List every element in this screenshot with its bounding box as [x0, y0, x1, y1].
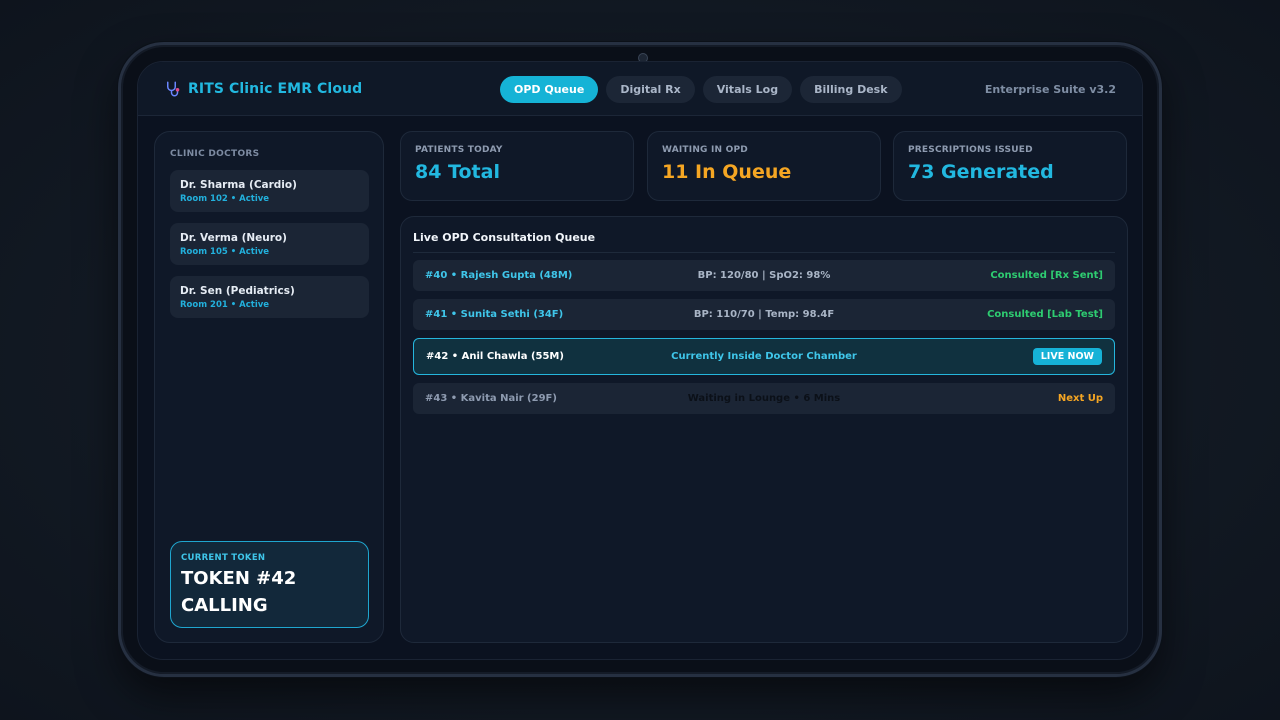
doctor-sidebar: CLINIC DOCTORS Dr. Sharma (Cardio) Room …	[154, 131, 384, 643]
chamber-info: Currently Inside Doctor Chamber	[671, 351, 857, 362]
vitals-info: BP: 120/80 | SpO2: 98%	[697, 270, 831, 281]
top-bar: RITS Clinic EMR Cloud OPD Queue Digital …	[138, 62, 1142, 116]
stat-label: PRESCRIPTIONS ISSUED	[908, 145, 1033, 155]
status-text: Next Up	[1057, 393, 1103, 404]
doctor-card-sharma[interactable]: Dr. Sharma (Cardio) Room 102 • Active	[170, 170, 369, 212]
main-tabs: OPD Queue Digital Rx Vitals Log Billing …	[500, 76, 902, 103]
app-title: RITS Clinic EMR Cloud	[188, 81, 363, 97]
doctor-room-status: Room 102 • Active	[180, 194, 270, 204]
stat-label: WAITING IN OPD	[662, 145, 748, 155]
doctor-card-sen[interactable]: Dr. Sen (Pediatrics) Room 201 • Active	[170, 276, 369, 318]
queue-row[interactable]: #43 • Kavita Nair (29F) Waiting in Loung…	[413, 383, 1115, 414]
patient-label: #41 • Sunita Sethi (34F)	[425, 309, 564, 320]
suite-version: Enterprise Suite v3.2	[984, 83, 1116, 96]
stat-card-waiting: WAITING IN OPD 11 In Queue	[647, 131, 881, 201]
tab-opd-queue[interactable]: OPD Queue	[500, 76, 599, 103]
patient-label: #42 • Anil Chawla (55M)	[426, 351, 564, 362]
tab-vitals-log[interactable]: Vitals Log	[702, 76, 793, 103]
doctor-name: Dr. Sen (Pediatrics)	[180, 285, 295, 297]
doctor-room-status: Room 105 • Active	[180, 247, 270, 257]
live-now-badge: LIVE NOW	[1032, 348, 1102, 365]
patient-label: #40 • Rajesh Gupta (48M)	[425, 270, 573, 281]
brand[interactable]: RITS Clinic EMR Cloud	[164, 80, 362, 98]
token-number: TOKEN #42	[181, 568, 297, 589]
stat-label: PATIENTS TODAY	[415, 145, 503, 155]
queue-row[interactable]: #40 • Rajesh Gupta (48M) BP: 120/80 | Sp…	[413, 260, 1115, 291]
doctor-card-verma[interactable]: Dr. Verma (Neuro) Room 105 • Active	[170, 223, 369, 265]
sidebar-title: CLINIC DOCTORS	[170, 149, 260, 159]
queue-title: Live OPD Consultation Queue	[413, 231, 596, 244]
tab-billing-desk[interactable]: Billing Desk	[800, 76, 902, 103]
app-screen: RITS Clinic EMR Cloud OPD Queue Digital …	[137, 61, 1143, 660]
stethoscope-icon	[167, 81, 180, 97]
tablet-frame: RITS Clinic EMR Cloud OPD Queue Digital …	[118, 42, 1162, 677]
doctor-name: Dr. Sharma (Cardio)	[180, 179, 297, 191]
queue-row[interactable]: #41 • Sunita Sethi (34F) BP: 110/70 | Te…	[413, 299, 1115, 330]
opd-queue-panel: Live OPD Consultation Queue #40 • Rajesh…	[400, 216, 1128, 643]
status-cell: LIVE NOW	[902, 348, 1102, 365]
doctor-room-status: Room 201 • Active	[180, 300, 270, 310]
vitals-info: BP: 110/70 | Temp: 98.4F	[693, 309, 835, 320]
status-text: Consulted [Rx Sent]	[990, 270, 1103, 281]
divider	[413, 252, 1115, 253]
current-token-card: CURRENT TOKEN TOKEN #42 CALLING	[170, 541, 369, 628]
stat-value: 11 In Queue	[662, 161, 792, 183]
queue-row-live[interactable]: #42 • Anil Chawla (55M) Currently Inside…	[413, 338, 1115, 375]
token-label: CURRENT TOKEN	[181, 553, 266, 563]
token-status: CALLING	[181, 595, 268, 616]
doctor-name: Dr. Verma (Neuro)	[180, 232, 287, 244]
stat-value: 84 Total	[415, 161, 500, 183]
patient-label: #43 • Kavita Nair (29F)	[425, 393, 557, 404]
status-text: Consulted [Lab Test]	[987, 309, 1103, 320]
tab-digital-rx[interactable]: Digital Rx	[606, 76, 695, 103]
stat-card-patients-today: PATIENTS TODAY 84 Total	[400, 131, 634, 201]
waiting-info: Waiting in Lounge • 6 Mins	[687, 393, 841, 404]
stat-card-prescriptions: PRESCRIPTIONS ISSUED 73 Generated	[893, 131, 1127, 201]
stat-value: 73 Generated	[908, 161, 1054, 183]
